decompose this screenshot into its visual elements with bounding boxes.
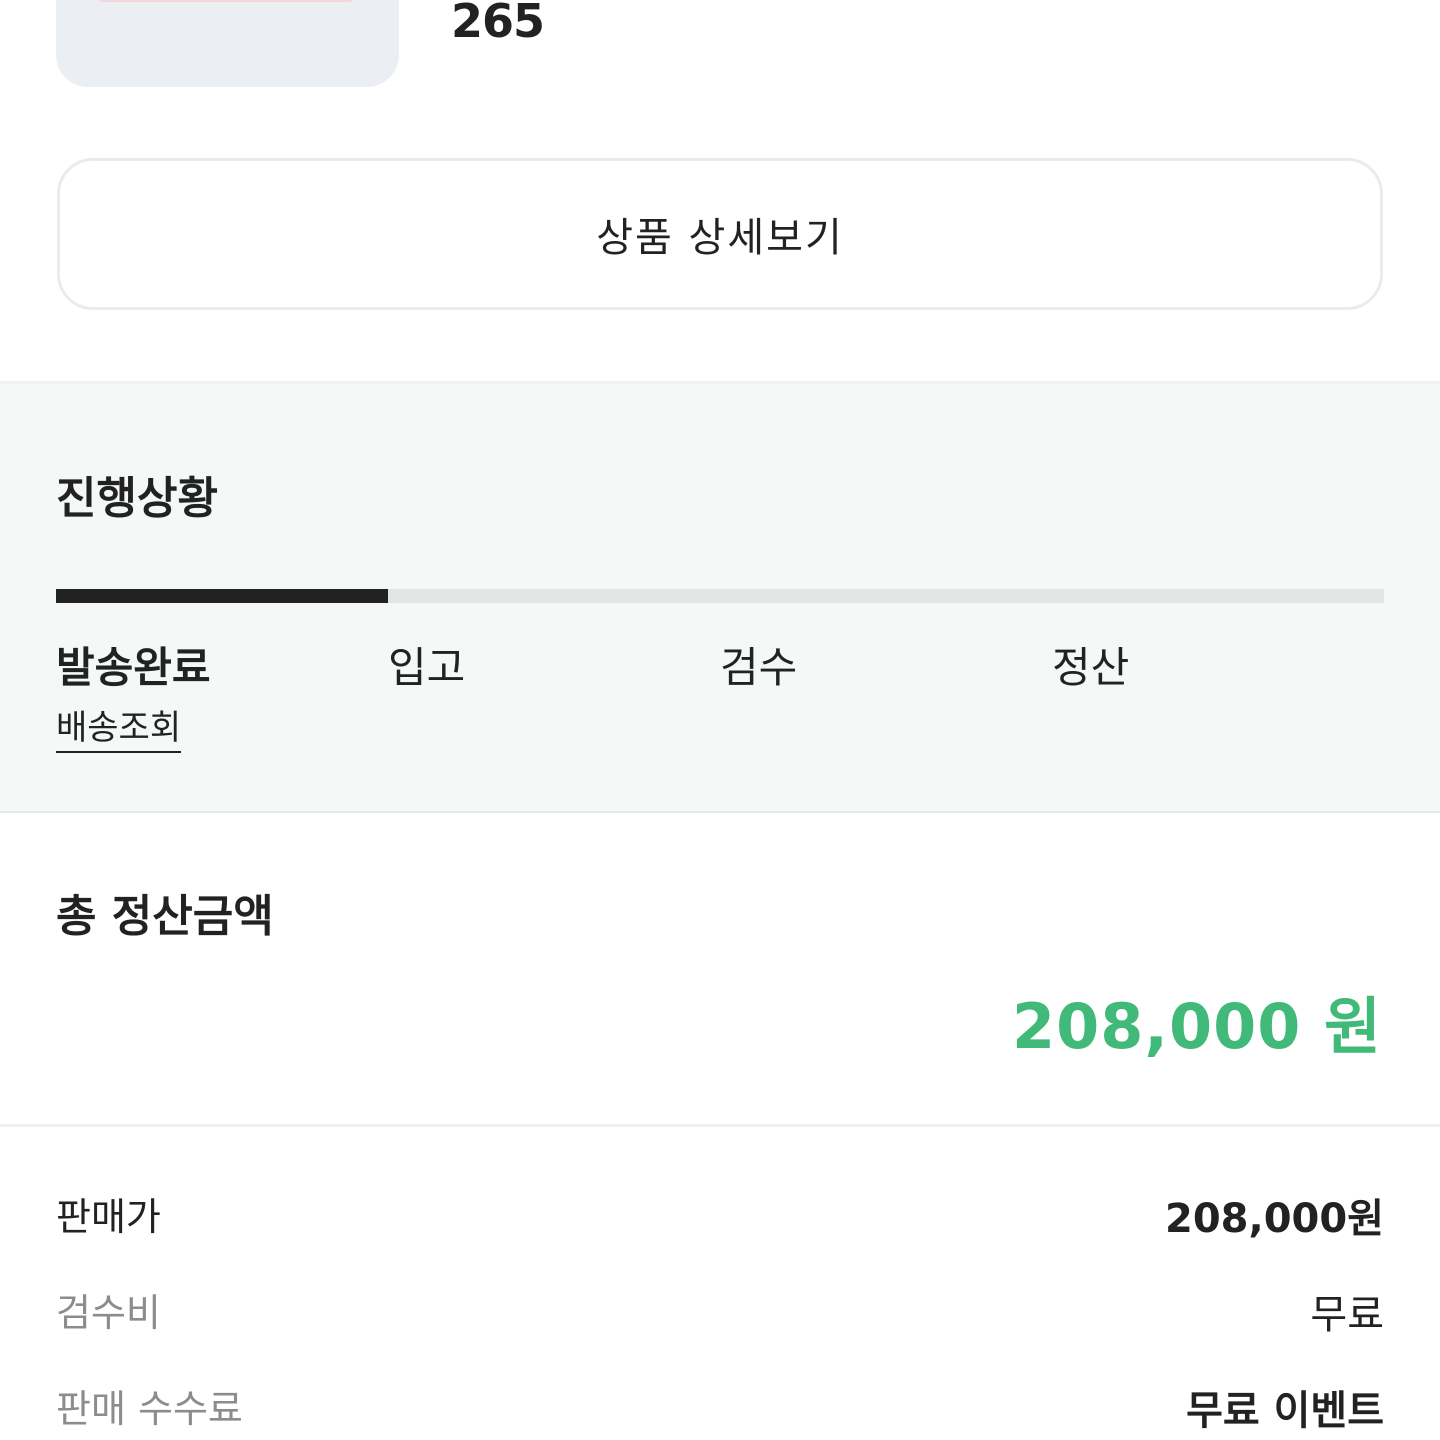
product-size: 265 bbox=[451, 0, 545, 48]
progress-bar bbox=[56, 589, 1384, 603]
progress-bar-fill bbox=[56, 589, 388, 603]
tracking-link[interactable]: 배송조회 bbox=[56, 700, 182, 753]
progress-title: 진행상황 bbox=[56, 473, 218, 524]
step-settlement: 정산 bbox=[1052, 643, 1130, 692]
total-settlement-amount: 208,000 원 bbox=[1011, 990, 1382, 1063]
settlement-detail-page: 265 상품 상세보기 진행상황 발송완료 입고 검수 정산 배송조회 총 정산… bbox=[0, 0, 1440, 1440]
step-shipped: 발송완료 bbox=[56, 643, 211, 692]
breakdown-row-sale-price: 판매가 208,000원 bbox=[56, 1186, 1384, 1246]
total-settlement-title: 총 정산금액 bbox=[56, 891, 274, 942]
inspection-fee-label: 검수비 bbox=[56, 1291, 161, 1335]
sale-price-value: 208,000원 bbox=[1165, 1196, 1384, 1242]
product-image bbox=[96, 0, 356, 2]
sale-price-label: 판매가 bbox=[56, 1195, 161, 1239]
product-detail-button[interactable]: 상품 상세보기 bbox=[57, 158, 1383, 310]
breakdown-row-inspection-fee: 검수비 무료 bbox=[56, 1282, 1384, 1342]
step-received: 입고 bbox=[388, 643, 466, 692]
section-divider bbox=[0, 1124, 1440, 1127]
sales-commission-value: 무료 이벤트 bbox=[1186, 1388, 1384, 1434]
sales-commission-label: 판매 수수료 bbox=[56, 1387, 243, 1431]
step-inspection: 검수 bbox=[720, 643, 798, 692]
inspection-fee-value: 무료 bbox=[1310, 1292, 1384, 1338]
breakdown-row-sales-commission: 판매 수수료 무료 이벤트 bbox=[56, 1378, 1384, 1438]
progress-section: 진행상황 발송완료 입고 검수 정산 배송조회 bbox=[0, 381, 1440, 813]
product-thumbnail[interactable] bbox=[56, 0, 399, 87]
